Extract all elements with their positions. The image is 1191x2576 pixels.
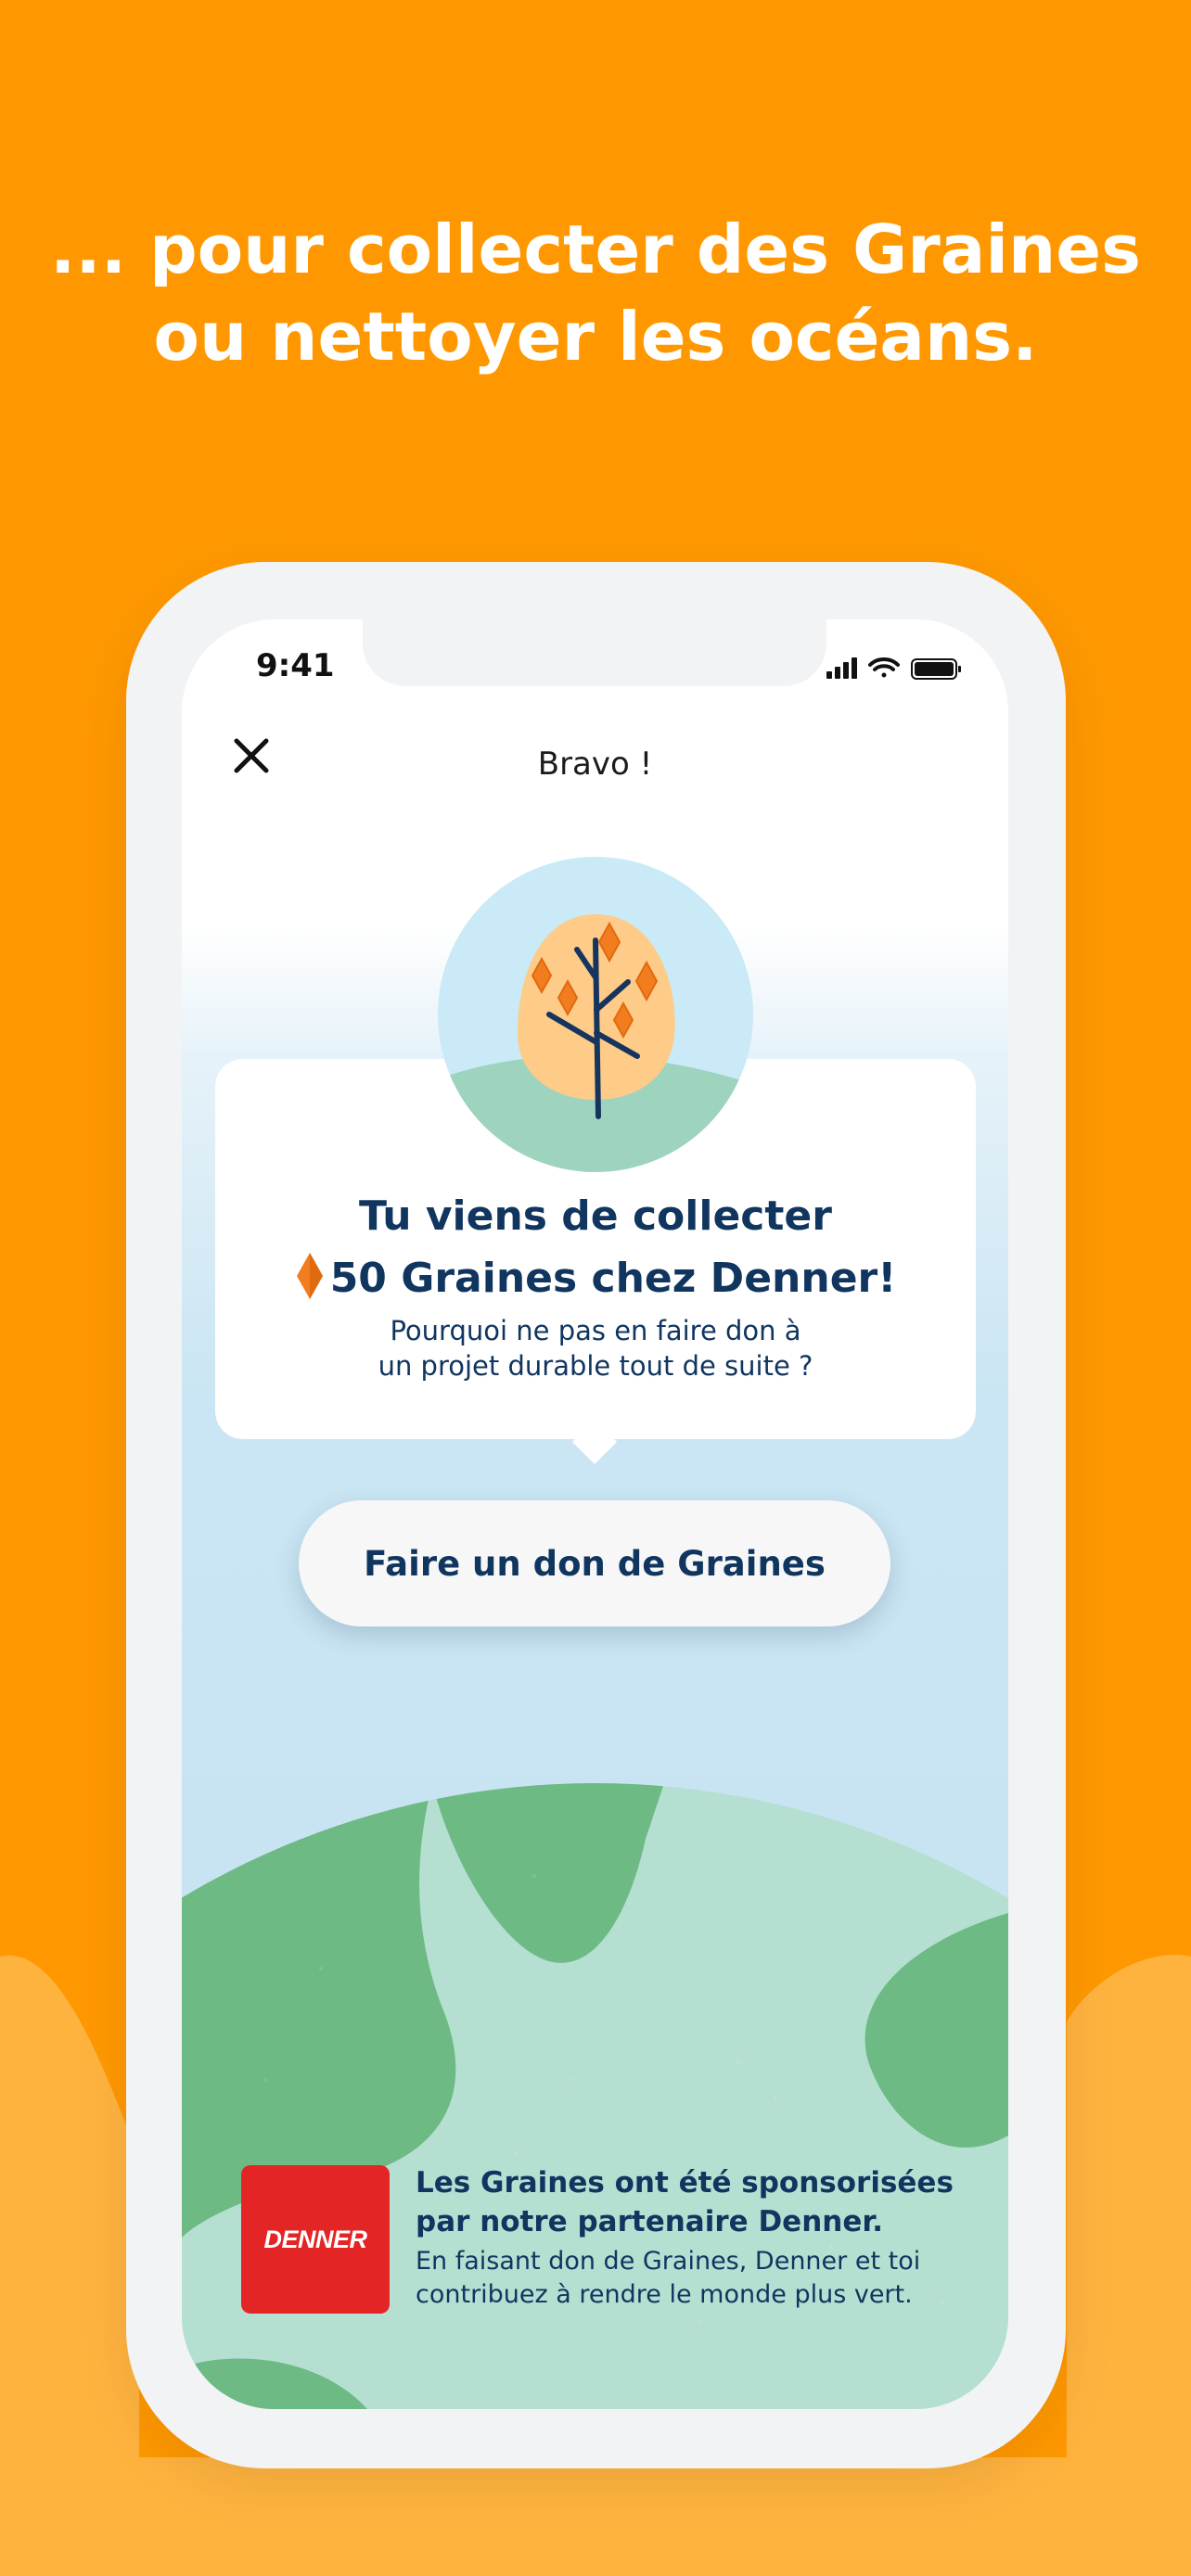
- headline-line-1: ... pour collecter des Graines: [50, 210, 1141, 288]
- battery-icon: [911, 658, 961, 680]
- marketing-headline: ... pour collecter des Graines ou nettoy…: [0, 206, 1191, 380]
- wifi-icon: [868, 657, 900, 678]
- denner-logo-text: DENNER: [263, 2225, 367, 2253]
- signal-icon: [826, 657, 857, 679]
- reward-title-line-2: 50 Graines chez Denner!: [215, 1251, 976, 1302]
- sponsor-title-line-1: Les Graines ont été sponsorisées: [416, 2166, 954, 2200]
- reward-subtitle-line-2: un projet durable tout de suite ?: [378, 1350, 813, 1382]
- app-screen: 9:41 Bravo ! Tu viens de collecter 50 Gr…: [182, 619, 1008, 2409]
- status-time: 9:41: [256, 647, 335, 684]
- reward-amount-text: 50 Graines chez Denner!: [329, 1255, 897, 1302]
- status-icons: [826, 657, 961, 680]
- globe-illustration: [182, 1783, 1008, 2409]
- phone-notch: [363, 619, 826, 686]
- seed-icon: [296, 1253, 323, 1299]
- sponsor-title-line-2: par notre partenaire Denner.: [416, 2205, 884, 2238]
- sponsor-body-line-1: En faisant don de Graines, Denner et toi: [416, 2247, 921, 2276]
- page-title: Bravo !: [537, 746, 653, 783]
- headline-line-2: ou nettoyer les océans.: [153, 298, 1038, 376]
- donate-seeds-button[interactable]: Faire un don de Graines: [299, 1500, 890, 1626]
- reward-title-line-1: Tu viens de collecter: [359, 1192, 832, 1240]
- reward-subtitle-line-1: Pourquoi ne pas en faire don à: [390, 1315, 801, 1346]
- tree-illustration: [438, 857, 753, 1172]
- denner-logo: DENNER: [241, 2165, 390, 2314]
- sponsor-body-line-2: contribuez à rendre le monde plus vert.: [416, 2280, 913, 2309]
